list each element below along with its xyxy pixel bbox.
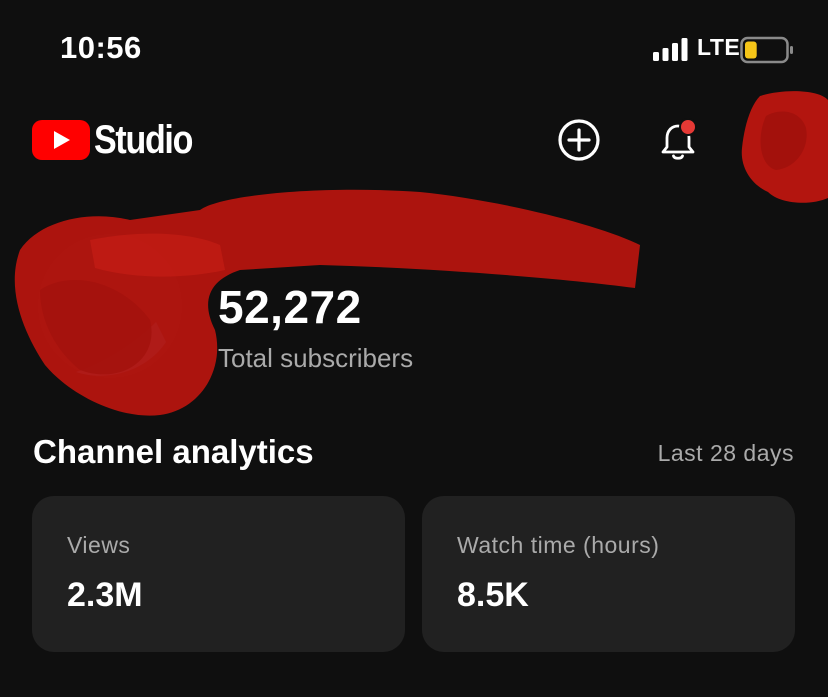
notifications-button[interactable] [655,116,701,164]
subscriber-count: 52,272 [218,281,362,333]
status-bar: 10:56 LTE [0,0,828,100]
card-label: Watch time (hours) [457,532,660,558]
plus-circle-icon [558,119,600,161]
section-title: Channel analytics [33,433,314,470]
period-selector[interactable]: Last 28 days [658,440,794,467]
subscriber-label: Total subscribers [218,343,414,373]
watch-time-card[interactable]: Watch time (hours) 8.5K [422,496,795,652]
status-time: 10:56 [60,30,142,65]
network-type: LTE [697,34,741,60]
card-label: Views [67,532,131,558]
bell-icon [661,118,697,160]
card-value: 8.5K [457,576,529,614]
app-name: Studio [94,117,193,162]
account-avatar-button[interactable] [740,88,828,206]
views-card[interactable]: Views 2.3M [32,496,405,652]
youtube-play-icon [32,120,90,160]
create-button[interactable] [556,117,602,163]
redacted-avatar-scribble [741,91,828,203]
card-value: 2.3M [67,576,143,614]
cellular-signal-icon [653,38,688,61]
youtube-studio-logo[interactable]: Studio [32,116,209,164]
battery-icon [740,36,793,64]
